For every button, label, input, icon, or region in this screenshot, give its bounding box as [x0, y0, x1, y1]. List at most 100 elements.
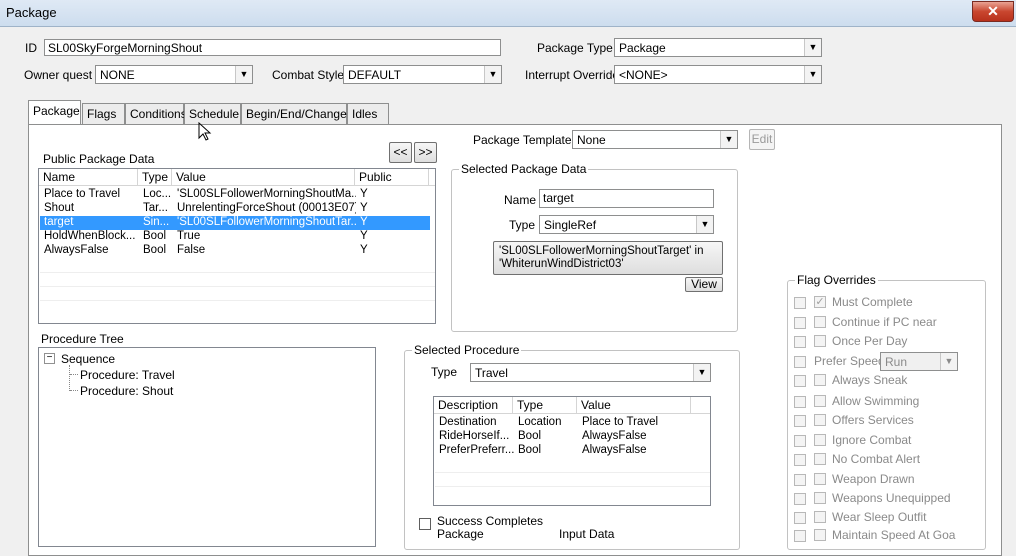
tree-node-sequence[interactable]: Sequence — [61, 352, 115, 366]
no-combat-alert-checkbox[interactable] — [814, 453, 826, 465]
cell-type: Sin... — [143, 216, 170, 228]
override-checkbox[interactable] — [794, 356, 806, 368]
column-header-value[interactable]: Value — [172, 169, 355, 185]
must-complete-checkbox[interactable]: ✓ — [814, 296, 826, 308]
cell-name: Shout — [44, 202, 75, 214]
wear-sleep-outfit-checkbox[interactable] — [814, 511, 826, 523]
list-header: Description Type Value — [434, 397, 710, 414]
cell-value: Place to Travel — [582, 416, 659, 428]
edit-button[interactable]: Edit — [749, 129, 775, 150]
override-checkbox[interactable] — [794, 454, 806, 466]
override-checkbox[interactable] — [794, 317, 806, 329]
override-checkbox[interactable] — [794, 493, 806, 505]
ignore-combat-label: Ignore Combat — [832, 433, 912, 447]
success-completes-checkbox[interactable] — [419, 518, 431, 530]
table-row[interactable]: RideHorseIf... Bool AlwaysFalse — [435, 430, 705, 444]
override-checkbox[interactable] — [794, 415, 806, 427]
once-per-day-label: Once Per Day — [832, 334, 908, 348]
combat-style-select[interactable]: DEFAULT ▼ — [343, 65, 502, 84]
override-checkbox[interactable] — [794, 375, 806, 387]
override-checkbox[interactable] — [794, 297, 806, 309]
tab-conditions[interactable]: Conditions — [125, 103, 187, 124]
close-button[interactable]: ✕ — [972, 1, 1014, 22]
offers-services-checkbox[interactable] — [814, 414, 826, 426]
cell-value: AlwaysFalse — [582, 444, 647, 456]
table-row-selected[interactable]: target Sin... 'SL00SLFollowerMorningShou… — [40, 216, 430, 230]
column-header-type[interactable]: Type — [138, 169, 172, 185]
tab-schedule[interactable]: Schedule — [184, 103, 241, 124]
override-checkbox[interactable] — [794, 396, 806, 408]
reference-line-2: 'WhiterunWindDistrict03' — [499, 258, 624, 270]
override-checkbox[interactable] — [794, 336, 806, 348]
tree-node-procedure-shout[interactable]: Procedure: Shout — [80, 384, 173, 398]
view-button[interactable]: View — [685, 277, 723, 292]
combat-style-value: DEFAULT — [348, 68, 402, 82]
input-data-label: Input Data — [559, 527, 615, 541]
table-row[interactable]: AlwaysFalse Bool False Y — [40, 244, 430, 258]
must-complete-label: Must Complete — [832, 295, 913, 309]
cell-type: Loc... — [143, 188, 172, 200]
column-header-type[interactable]: Type — [513, 397, 577, 413]
continue-if-pc-near-checkbox[interactable] — [814, 316, 826, 328]
column-header-public[interactable]: Public — [355, 169, 429, 185]
package-type-select[interactable]: Package ▼ — [614, 38, 822, 57]
table-row[interactable]: PreferPreferr... Bool AlwaysFalse — [435, 444, 705, 458]
id-input[interactable]: SL00SkyForgeMorningShout — [44, 39, 501, 56]
cell-type: Bool — [518, 430, 542, 442]
type-select[interactable]: SingleRef ▼ — [539, 215, 714, 234]
id-label: ID — [25, 41, 37, 55]
cell-name: target — [44, 216, 74, 228]
always-sneak-checkbox[interactable] — [814, 374, 826, 386]
table-row[interactable]: Destination Location Place to Travel — [435, 416, 705, 430]
cell-type: Bool — [143, 230, 167, 242]
cell-public: Y — [360, 244, 368, 256]
owner-quest-select[interactable]: NONE ▼ — [95, 65, 253, 84]
table-row[interactable]: Place to Travel Loc... 'SL00SLFollowerMo… — [40, 188, 430, 202]
window-title: Package — [6, 5, 57, 20]
once-per-day-checkbox[interactable] — [814, 335, 826, 347]
table-row[interactable]: Shout Tar... UnrelentingForceShout (0001… — [40, 202, 430, 216]
weapons-unequipped-checkbox[interactable] — [814, 492, 826, 504]
column-header-name[interactable]: Name — [39, 169, 138, 185]
column-header-description[interactable]: Description — [434, 397, 513, 413]
procedure-type-select[interactable]: Travel ▼ — [470, 363, 711, 382]
override-checkbox[interactable] — [794, 530, 806, 542]
name-input[interactable]: target — [539, 189, 714, 208]
reference-line-1: 'SL00SLFollowerMorningShoutTarget' in — [499, 245, 704, 257]
maintain-speed-checkbox[interactable] — [814, 529, 826, 541]
column-header-value[interactable]: Value — [577, 397, 691, 413]
previous-button[interactable]: << — [389, 142, 412, 163]
selected-procedure-label: Selected Procedure — [412, 343, 522, 357]
collapse-icon[interactable]: − — [44, 353, 55, 364]
override-checkbox[interactable] — [794, 435, 806, 447]
package-template-label: Package Template — [473, 133, 572, 147]
reference-button[interactable]: 'SL00SLFollowerMorningShoutTarget' in 'W… — [493, 241, 723, 275]
override-checkbox[interactable] — [794, 474, 806, 486]
chevron-down-icon: ▼ — [235, 66, 252, 83]
weapon-drawn-checkbox[interactable] — [814, 473, 826, 485]
prefer-speed-select[interactable]: Run ▼ — [880, 352, 958, 371]
procedure-data-list[interactable]: Description Type Value Destination Locat… — [433, 396, 711, 506]
package-type-value: Package — [619, 41, 666, 55]
success-completes-label-2: Package — [437, 527, 484, 541]
tree-node-procedure-travel[interactable]: Procedure: Travel — [80, 368, 175, 382]
allow-swimming-checkbox[interactable] — [814, 395, 826, 407]
package-template-select[interactable]: None ▼ — [572, 130, 738, 149]
ignore-combat-checkbox[interactable] — [814, 434, 826, 446]
public-data-list[interactable]: Name Type Value Public Place to Travel L… — [38, 168, 436, 324]
override-checkbox[interactable] — [794, 512, 806, 524]
interrupt-override-select[interactable]: <NONE> ▼ — [614, 65, 822, 84]
next-button[interactable]: >> — [414, 142, 437, 163]
grid-line — [435, 486, 710, 487]
cell-value: True — [177, 230, 201, 242]
tab-idles[interactable]: Idles — [347, 103, 389, 124]
chevron-down-icon: ▼ — [940, 353, 957, 370]
procedure-tree[interactable]: − Sequence Procedure: Travel Procedure: … — [38, 347, 376, 547]
allow-swimming-label: Allow Swimming — [832, 394, 920, 408]
wear-sleep-outfit-label: Wear Sleep Outfit — [832, 510, 927, 524]
tab-begin-end-change[interactable]: Begin/End/Change — [241, 103, 347, 124]
tab-package[interactable]: Package — [28, 100, 81, 124]
table-row[interactable]: HoldWhenBlock... Bool True Y — [40, 230, 430, 244]
tab-flags[interactable]: Flags — [82, 103, 125, 124]
continue-if-pc-near-label: Continue if PC near — [832, 315, 937, 329]
